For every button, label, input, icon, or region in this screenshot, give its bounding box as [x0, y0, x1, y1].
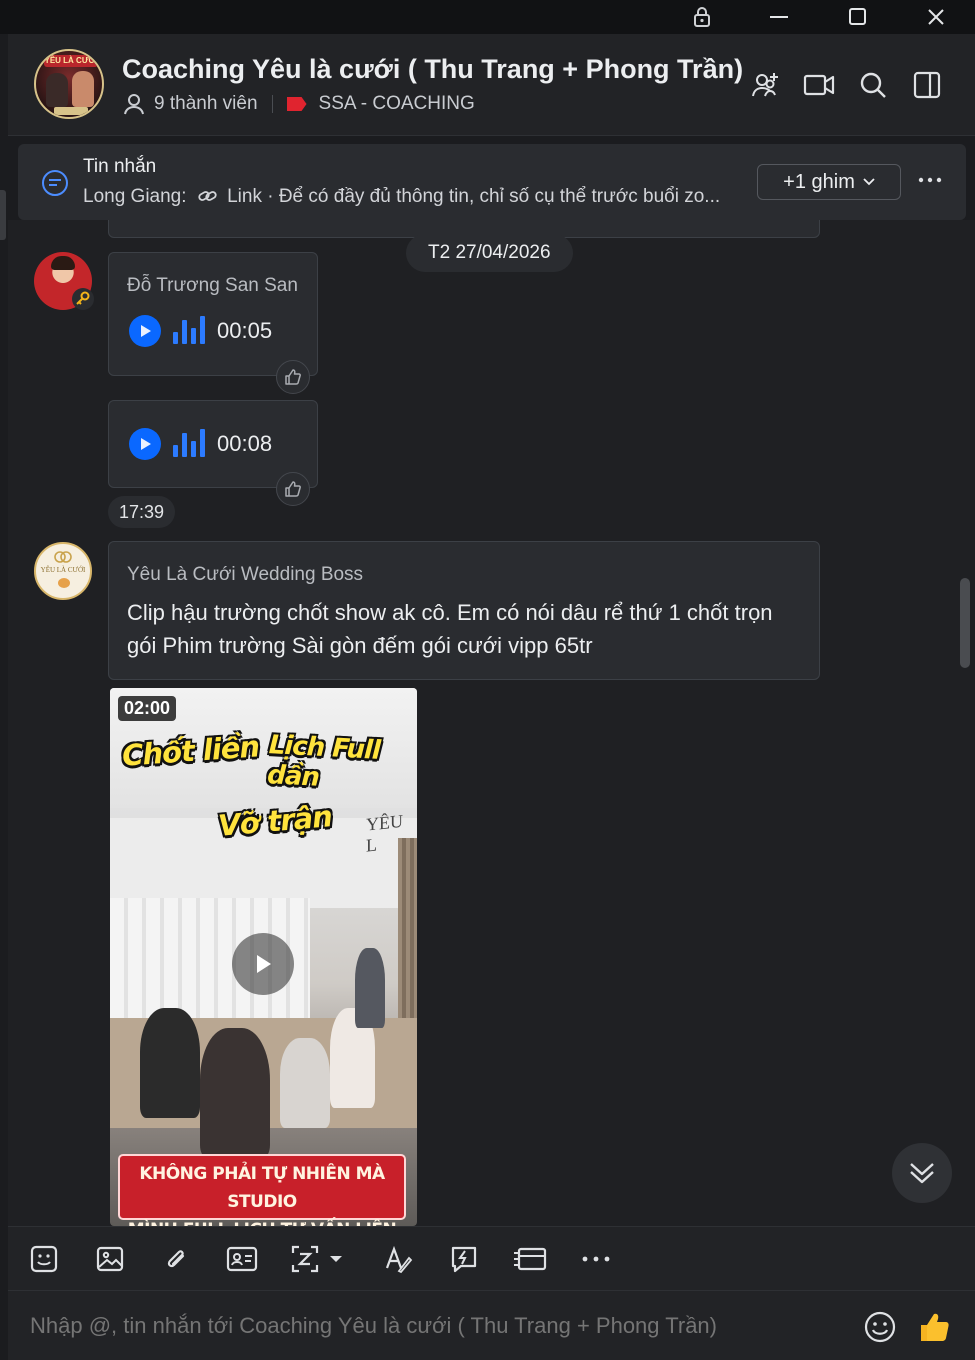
chat-header: YÊU LÀ CƯỚI Coaching Yêu là cưới ( Thu T… [8, 34, 975, 136]
divider [271, 95, 273, 113]
attachment-icon[interactable] [158, 1241, 194, 1277]
lock-icon[interactable] [672, 0, 732, 34]
video-message[interactable]: Chốt liền Lịch Full dần Vỡ trận YÊU L 02… [110, 688, 417, 1226]
avatar-logo-text: YÊU LÀ CƯỚI [40, 566, 86, 574]
avatar-person-1 [46, 73, 68, 107]
avatar-mascot [58, 578, 70, 588]
pinned-count-label: +1 ghim [783, 170, 855, 193]
format-text-icon[interactable] [380, 1241, 416, 1277]
thumbs-up-icon[interactable] [916, 1309, 952, 1345]
date-separator: T2 27/04/2026 [406, 234, 573, 272]
screenshot-icon[interactable] [290, 1241, 346, 1277]
avatar-banner: YÊU LÀ CƯỚI [44, 55, 98, 67]
avatar-hair [51, 256, 75, 270]
minimize-icon[interactable] [750, 0, 810, 34]
voice-duration: 00:05 [217, 318, 273, 343]
group-avatar[interactable]: YÊU LÀ CƯỚI [34, 49, 104, 119]
window-titlebar [0, 0, 975, 34]
search-icon[interactable] [856, 68, 890, 102]
pinned-link-label[interactable]: Link [227, 186, 262, 207]
chevron-down-icon [863, 178, 875, 186]
video-duration: 02:00 [118, 696, 177, 721]
video-banner-line: KHÔNG PHẢI TỰ NHIÊN MÀ STUDIO [139, 1164, 385, 1212]
play-icon[interactable] [232, 933, 294, 995]
sidebar-edge [0, 190, 6, 240]
chat-title[interactable]: Coaching Yêu là cưới ( Thu Trang + Phong… [122, 54, 743, 85]
todo-icon[interactable] [512, 1241, 548, 1277]
members-icon [122, 92, 146, 116]
chat-tag[interactable]: SSA - COACHING [319, 93, 475, 115]
video-call-icon[interactable] [802, 68, 836, 102]
audio-waveform-icon [173, 316, 205, 344]
pinned-count-button[interactable]: +1 ghim [757, 164, 901, 200]
play-icon[interactable] [129, 428, 161, 460]
message-list[interactable]: T2 27/04/2026 Đỗ Trương San San 00:05 00… [8, 220, 975, 1226]
studio-sign: YÊU L [366, 810, 403, 856]
maximize-icon[interactable] [828, 0, 888, 34]
sidebar-toggle-icon[interactable] [910, 68, 944, 102]
avatar[interactable]: YÊU LÀ CƯỚI [34, 542, 92, 600]
like-reaction-icon[interactable] [276, 472, 310, 506]
tag-icon [286, 97, 307, 111]
voice-duration: 00:08 [217, 431, 273, 456]
rings-icon [52, 550, 74, 564]
image-icon[interactable] [92, 1241, 128, 1277]
composer-toolbar [8, 1226, 975, 1290]
scroll-to-bottom-button[interactable] [892, 1143, 952, 1203]
emoji-icon[interactable] [862, 1309, 898, 1345]
video-banner: KHÔNG PHẢI TỰ NHIÊN MÀ STUDIO MÌNH FULL … [118, 1154, 406, 1226]
members-count[interactable]: 9 thành viên [154, 93, 258, 115]
video-curtain [398, 838, 417, 1038]
pinned-sender: Long Giang: [83, 186, 187, 207]
add-member-icon[interactable] [748, 68, 782, 102]
text-message-bubble[interactable]: Yêu Là Cưới Wedding Boss Clip hậu trường… [108, 541, 820, 680]
video-banner-line: MÌNH FULL LỊCH TƯ VẤN LIÊN TỤC [120, 1216, 404, 1226]
key-icon [72, 288, 94, 310]
more-icon[interactable] [578, 1241, 614, 1277]
voice-player: 00:05 [129, 315, 272, 347]
quick-message-icon[interactable] [446, 1241, 482, 1277]
message-text: Clip hậu trường chốt show ak cô. Em có n… [127, 600, 773, 658]
sender-name[interactable]: Yêu Là Cưới Wedding Boss [127, 564, 363, 586]
message-bubble-icon [40, 168, 70, 203]
sticker-icon[interactable] [26, 1241, 62, 1277]
pinned-title: Tin nhắn [83, 156, 157, 177]
link-icon [198, 188, 218, 210]
sender-name[interactable]: Đỗ Trương San San [127, 275, 298, 297]
avatar-footer [54, 107, 88, 115]
video-caption: Lịch Full dần [266, 730, 381, 793]
audio-waveform-icon [173, 429, 205, 457]
contact-card-icon[interactable] [224, 1241, 260, 1277]
chat-meta: 9 thành viên SSA - COACHING [122, 92, 475, 116]
message-composer [8, 1290, 975, 1360]
voice-message-bubble[interactable]: Đỗ Trương San San 00:05 [108, 252, 318, 376]
more-options-icon[interactable] [918, 170, 942, 188]
pinned-preview: Long Giang: Link · Để có đầy đủ thông ti… [83, 186, 743, 210]
message-input[interactable] [30, 1313, 830, 1339]
play-icon[interactable] [129, 315, 161, 347]
close-icon[interactable] [906, 0, 966, 34]
avatar-person-2 [72, 71, 94, 107]
double-chevron-down-icon [910, 1163, 934, 1184]
video-people [130, 948, 390, 1158]
pinned-message-bar[interactable]: Tin nhắn Long Giang: Link · Để có đầy đủ… [18, 144, 966, 220]
scrollbar-thumb[interactable] [960, 578, 970, 668]
voice-player: 00:08 [129, 428, 272, 460]
pinned-preview-text: · Để có đầy đủ thông tin, chỉ số cụ thể … [267, 186, 721, 207]
message-timestamp: 17:39 [108, 496, 176, 528]
like-reaction-icon[interactable] [276, 360, 310, 394]
